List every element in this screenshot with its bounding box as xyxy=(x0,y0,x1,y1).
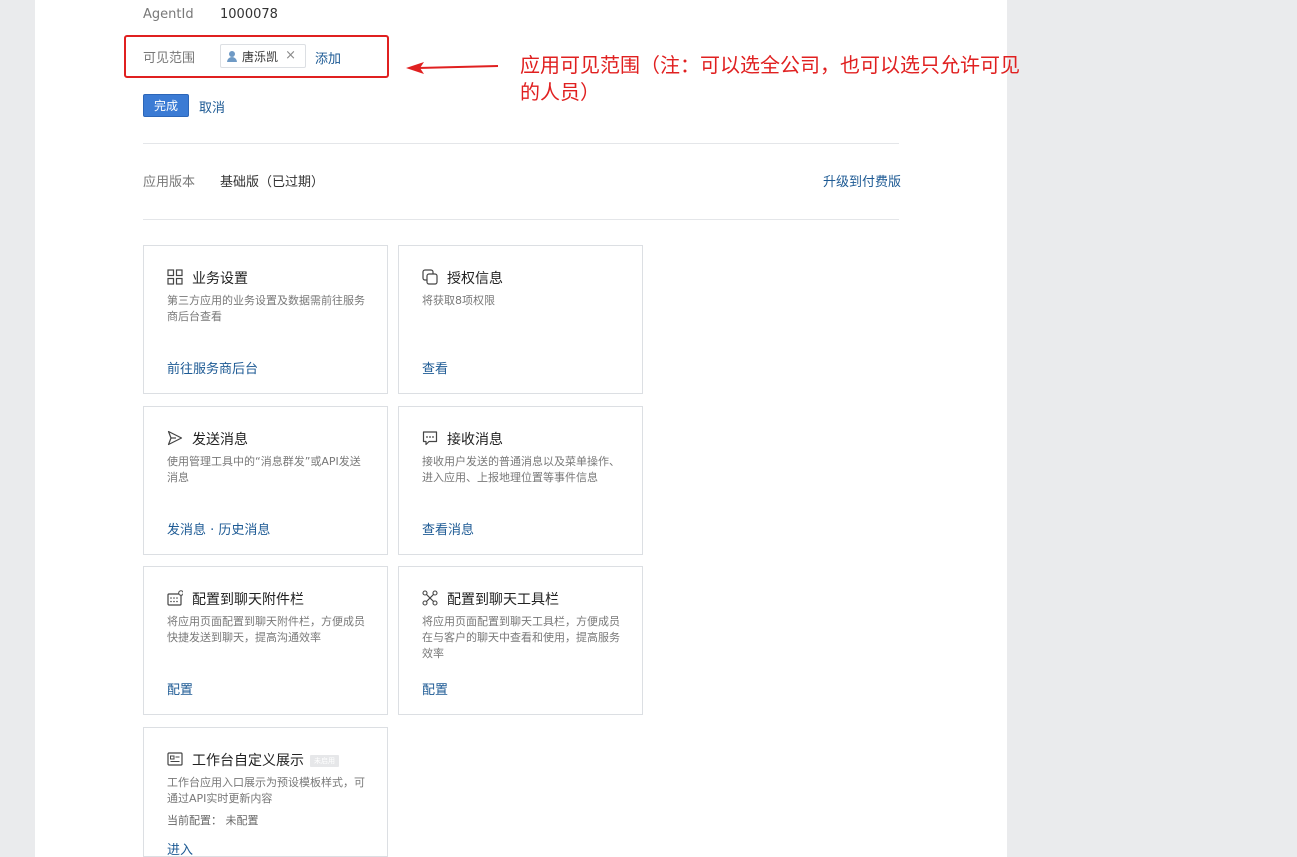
card-link[interactable]: 发消息 · 历史消息 xyxy=(167,519,270,538)
card-description: 第三方应用的业务设置及数据需前往服务商后台查看 xyxy=(167,294,365,323)
card-chat-attachment-bar: 配置到聊天附件栏 将应用页面配置到聊天附件栏，方便成员快捷发送到聊天，提高沟通效… xyxy=(143,566,388,715)
card-business-settings: 业务设置 第三方应用的业务设置及数据需前往服务商后台查看 前往服务商后台 xyxy=(143,245,388,394)
card-title: 业务设置 xyxy=(192,271,248,287)
card-link[interactable]: 查看 xyxy=(422,358,448,377)
keyboard-icon xyxy=(167,590,183,606)
card-description: 使用管理工具中的“消息群发”或API发送消息 xyxy=(167,455,361,484)
card-description: 接收用户发送的普通消息以及菜单操作、进入应用、上报地理位置等事件信息 xyxy=(422,455,620,484)
card-receive-message: 接收消息 接收用户发送的普通消息以及菜单操作、进入应用、上报地理位置等事件信息 … xyxy=(398,406,643,555)
divider xyxy=(143,143,899,144)
tools-icon xyxy=(422,590,438,606)
card-description: 工作台应用入口展示为预设模板样式，可通过API实时更新内容 xyxy=(167,776,365,805)
upgrade-link[interactable]: 升级到付费版 xyxy=(823,171,901,190)
card-description: 将应用页面配置到聊天工具栏，方便成员在与客户的聊天中查看和使用，提高服务效率 xyxy=(422,615,620,660)
card-link[interactable]: 查看消息 xyxy=(422,519,474,538)
grid-icon xyxy=(167,269,183,285)
card-link[interactable]: 配置 xyxy=(422,679,448,698)
annotation-arrow-icon xyxy=(406,62,499,74)
card-title: 工作台自定义展示 未启用 xyxy=(192,750,339,770)
send-icon xyxy=(167,430,183,446)
card-description: 将获取8项权限 xyxy=(422,294,495,307)
dashboard-icon xyxy=(167,752,183,766)
card-title: 发送消息 xyxy=(192,432,248,448)
card-link[interactable]: 配置 xyxy=(167,679,193,698)
annotation-text: 应用可见范围（注：可以选全公司，也可以选只允许可见的人员） xyxy=(520,53,1020,104)
card-send-message: 发送消息 使用管理工具中的“消息群发”或API发送消息 发消息 · 历史消息 xyxy=(143,406,388,555)
card-workbench-custom-display: 工作台自定义展示 未启用 工作台应用入口展示为预设模板样式，可通过API实时更新内… xyxy=(143,727,388,857)
card-chat-toolbar: 配置到聊天工具栏 将应用页面配置到聊天工具栏，方便成员在与客户的聊天中查看和使用… xyxy=(398,566,643,715)
current-config-status: 当前配置： 未配置 xyxy=(167,814,259,827)
card-title: 配置到聊天工具栏 xyxy=(447,592,559,608)
card-title-text: 工作台自定义展示 xyxy=(192,753,304,769)
agentid-value: 1000078 xyxy=(220,7,278,22)
copy-icon xyxy=(422,269,438,285)
divider xyxy=(143,219,899,220)
cancel-button[interactable]: 取消 xyxy=(199,97,225,116)
card-link[interactable]: 进入 xyxy=(167,839,193,857)
annotation-highlight-box xyxy=(124,35,389,78)
done-button[interactable]: 完成 xyxy=(143,94,189,117)
version-label: 应用版本 xyxy=(143,175,196,190)
card-description: 将应用页面配置到聊天附件栏，方便成员快捷发送到聊天，提高沟通效率 xyxy=(167,615,365,644)
status-badge: 未启用 xyxy=(310,755,339,767)
chat-bubble-icon xyxy=(422,431,438,446)
card-link[interactable]: 前往服务商后台 xyxy=(167,358,258,377)
agentid-label: AgentId xyxy=(143,7,194,22)
version-value: 基础版（已过期） xyxy=(220,175,325,190)
card-title: 配置到聊天附件栏 xyxy=(192,592,304,608)
card-authorization-info: 授权信息 将获取8项权限 查看 xyxy=(398,245,643,394)
card-title: 授权信息 xyxy=(447,271,503,287)
card-title: 接收消息 xyxy=(447,432,503,448)
